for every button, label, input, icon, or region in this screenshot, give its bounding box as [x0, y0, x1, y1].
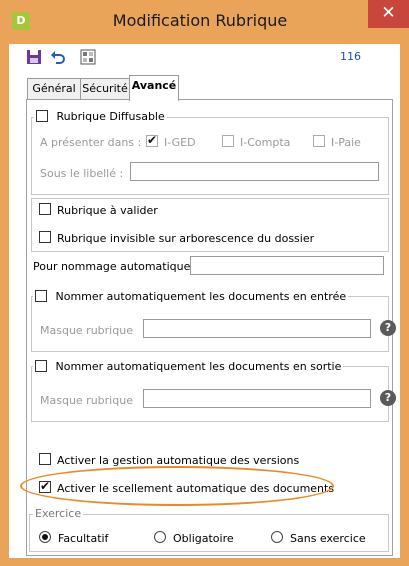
window-frame-left: [0, 44, 9, 566]
paie-checkbox[interactable]: [313, 135, 325, 147]
tab-general[interactable]: Général: [27, 78, 81, 99]
facultatif-radio[interactable]: [39, 531, 51, 543]
entree-mask-label: Masque rubrique: [40, 324, 133, 337]
diffusable-label: Rubrique Diffusable: [56, 109, 165, 123]
highlight-ellipse: [20, 466, 334, 506]
sortie-help-icon[interactable]: ?: [380, 390, 396, 406]
window-frame-right: [400, 44, 409, 566]
window-frame-bottom: [0, 558, 409, 566]
sortie-mask-input[interactable]: [143, 389, 371, 408]
compta-label: I-Compta: [240, 136, 291, 149]
facultatif-label: Facultatif: [58, 532, 109, 545]
sortie-label: Nommer automatiquement les documents en …: [55, 359, 342, 373]
a-valider-label: Rubrique à valider: [57, 204, 158, 217]
paie-label: I-Paie: [331, 136, 361, 149]
window-title: Modification Rubrique: [112, 11, 288, 30]
nommage-input[interactable]: [190, 256, 384, 275]
compta-checkbox[interactable]: [222, 135, 234, 147]
sublabel-input[interactable]: [130, 162, 379, 181]
ged-checkbox[interactable]: [146, 133, 158, 147]
sortie-mask-label: Masque rubrique: [40, 394, 133, 407]
entree-help-icon[interactable]: ?: [380, 320, 396, 336]
a-valider-checkbox[interactable]: [39, 203, 51, 215]
diffusable-group: [31, 117, 389, 195]
ged-label: I-GED: [164, 136, 196, 149]
sublabel-label: Sous le libellé :: [40, 167, 124, 180]
undo-icon[interactable]: [50, 49, 66, 65]
sans-exercice-radio[interactable]: [271, 531, 283, 543]
versions-checkbox[interactable]: [39, 453, 51, 465]
invisible-label: Rubrique invisible sur arborescence du d…: [57, 232, 315, 245]
entree-legend: Nommer automatiquement les documents en …: [33, 289, 349, 303]
record-number: 116: [340, 50, 361, 63]
tab-securite[interactable]: Sécurité: [80, 78, 130, 99]
exercice-legend: Exercice: [33, 507, 84, 520]
entree-mask-input[interactable]: [143, 319, 371, 338]
close-button[interactable]: ✕: [368, 0, 409, 28]
app-icon: D: [12, 12, 30, 30]
tab-avance[interactable]: Avancé: [129, 75, 179, 101]
properties-icon[interactable]: [80, 49, 96, 65]
sortie-checkbox[interactable]: [35, 360, 47, 372]
nommage-label: Pour nommage automatique: [33, 260, 191, 273]
invisible-checkbox[interactable]: [39, 231, 51, 243]
entree-label: Nommer automatiquement les documents en …: [55, 289, 347, 303]
sans-exercice-label: Sans exercice: [290, 532, 366, 545]
diffusable-legend: Rubrique Diffusable: [34, 109, 167, 123]
obligatoire-label: Obligatoire: [173, 532, 234, 545]
sortie-legend: Nommer automatiquement les documents en …: [33, 359, 344, 373]
diffusable-checkbox[interactable]: [36, 110, 48, 122]
present-label: A présenter dans :: [40, 136, 142, 149]
obligatoire-radio[interactable]: [154, 531, 166, 543]
entree-checkbox[interactable]: [35, 290, 47, 302]
save-icon[interactable]: [26, 49, 42, 65]
